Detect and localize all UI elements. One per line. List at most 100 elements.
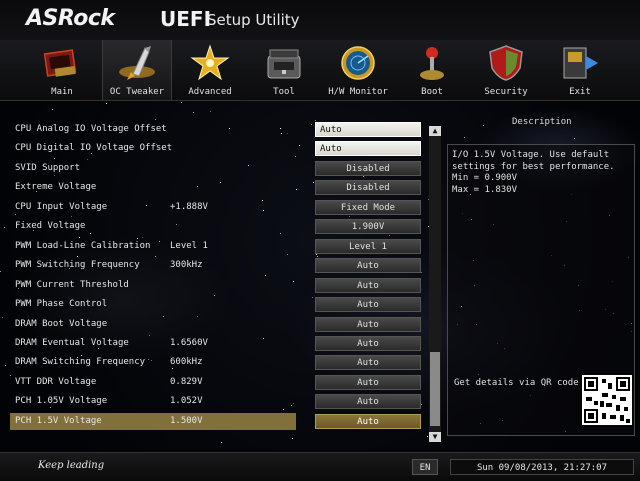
setting-name: PWM Switching Frequency (15, 260, 140, 270)
tab-label: H/W Monitor (328, 87, 388, 97)
rocket-icon (119, 46, 155, 80)
star (155, 119, 156, 120)
star (421, 404, 422, 405)
setting-row[interactable]: SVID Support (10, 160, 296, 177)
star (292, 438, 293, 439)
setting-value-control[interactable]: Auto (315, 355, 421, 370)
setting-name: CPU Analog IO Voltage Offset (15, 124, 167, 134)
uefi-brand: UEFI (160, 7, 212, 31)
qr-label: Get details via QR code (454, 378, 579, 388)
setting-row[interactable]: DRAM Switching Frequency 600kHz (10, 354, 296, 371)
setting-value-control[interactable]: Disabled (315, 180, 421, 195)
star (389, 235, 390, 236)
setting-value-control[interactable]: Disabled (315, 161, 421, 176)
star (464, 137, 465, 138)
setting-name: DRAM Switching Frequency (15, 357, 146, 367)
star (312, 297, 313, 298)
setting-row[interactable]: CPU Digital IO Voltage Offset (10, 140, 296, 157)
setting-name: Extreme Voltage (15, 182, 97, 192)
setting-row[interactable]: Fixed Voltage (10, 218, 296, 235)
tab-tool[interactable]: Tool (250, 40, 318, 100)
setting-row[interactable]: PWM Load-Line Calibration Level 1 (10, 238, 296, 255)
setting-row[interactable]: PWM Phase Control (10, 296, 296, 313)
asrock-logo: ASRock (26, 6, 115, 31)
star (574, 138, 575, 139)
star (483, 125, 484, 126)
setting-name: DRAM Boot Voltage (15, 319, 108, 329)
datetime-display: Sun 09/08/2013, 21:27:07 (450, 459, 634, 475)
star (427, 436, 428, 437)
star (5, 365, 6, 366)
setting-name: PCH 1.05V Voltage (15, 396, 108, 406)
tab-advanced[interactable]: Advanced (176, 40, 244, 100)
setup-utility-title: Setup Utility (207, 11, 300, 29)
setting-name: PWM Phase Control (15, 299, 108, 309)
setting-row[interactable]: DRAM Boot Voltage (10, 316, 296, 333)
setting-value-control[interactable]: Auto (315, 317, 421, 332)
setting-value-control[interactable]: Fixed Mode (315, 200, 421, 215)
setting-name: DRAM Eventual Voltage (15, 338, 129, 348)
setting-row[interactable]: PWM Current Threshold (10, 277, 296, 294)
language-button[interactable]: EN (412, 459, 438, 475)
setting-value-control[interactable]: Auto (315, 297, 421, 312)
setting-current-value: 1.500V (170, 416, 203, 426)
star (181, 102, 182, 103)
scrollbar-thumb[interactable] (430, 352, 440, 426)
tab-exit[interactable]: Exit (546, 40, 614, 100)
setting-value-control[interactable]: Auto (315, 122, 421, 137)
slogan-text: Keep leading (38, 460, 105, 471)
star (315, 120, 316, 121)
star (296, 189, 297, 190)
radar-icon (341, 46, 375, 80)
star (311, 124, 312, 125)
tab-boot[interactable]: Boot (398, 40, 466, 100)
setting-row[interactable]: CPU Input Voltage +1.888V (10, 199, 296, 216)
setting-name: VTT DDR Voltage (15, 377, 97, 387)
setting-row[interactable]: PCH 1.05V Voltage 1.052V (10, 393, 296, 410)
qr-code (582, 375, 632, 425)
setting-row[interactable]: PWM Switching Frequency 300kHz (10, 257, 296, 274)
settings-scrollbar[interactable]: ▲ ▼ (429, 126, 441, 442)
exit-door-icon (563, 47, 598, 79)
setting-value-control[interactable]: Auto (315, 258, 421, 273)
setting-value-control[interactable]: Auto (315, 375, 421, 390)
setting-name: SVID Support (15, 163, 81, 173)
setting-value-control[interactable]: 1.900V (315, 219, 421, 234)
setting-row[interactable]: PCH 1.5V Voltage 1.500V (10, 413, 296, 430)
description-title: Description (512, 117, 572, 127)
star (316, 254, 317, 255)
setting-value-control[interactable]: Auto (315, 414, 421, 429)
setting-row[interactable]: Extreme Voltage (10, 179, 296, 196)
setting-row[interactable]: CPU Analog IO Voltage Offset (10, 121, 296, 138)
setting-current-value: 300kHz (170, 260, 203, 270)
setting-name: CPU Input Voltage (15, 202, 108, 212)
star (54, 158, 55, 159)
tab-main[interactable]: Main (28, 40, 96, 100)
setting-current-value: +1.888V (170, 202, 208, 212)
main-tab-bar: Main OC Tweaker Advanced Tool H/W Monito… (0, 40, 640, 101)
star (106, 103, 107, 104)
setting-row[interactable]: DRAM Eventual Voltage 1.6560V (10, 335, 296, 352)
tab-security[interactable]: Security (472, 40, 540, 100)
tab-label: Tool (273, 87, 295, 97)
setting-row[interactable]: VTT DDR Voltage 0.829V (10, 374, 296, 391)
tab-label: Advanced (188, 87, 232, 97)
setting-current-value: 600kHz (170, 357, 203, 367)
tab-oc-tweaker[interactable]: OC Tweaker (102, 40, 172, 100)
setting-value-control[interactable]: Auto (315, 336, 421, 351)
setting-current-value: 1.052V (170, 396, 203, 406)
star (210, 111, 211, 112)
setting-value-control[interactable]: Auto (315, 394, 421, 409)
tab-label: Exit (569, 87, 591, 97)
setting-value-control[interactable]: Auto (315, 278, 421, 293)
tab-label: OC Tweaker (109, 87, 165, 97)
star (349, 216, 350, 217)
star (265, 275, 266, 276)
setting-value-control[interactable]: Level 1 (315, 239, 421, 254)
scroll-down-icon[interactable]: ▼ (429, 432, 441, 442)
scroll-up-icon[interactable]: ▲ (429, 126, 441, 136)
tab-hw-monitor[interactable]: H/W Monitor (324, 40, 392, 100)
setting-name: CPU Digital IO Voltage Offset (15, 143, 173, 153)
setting-value-control[interactable]: Auto (315, 141, 421, 156)
title-bar: ASRock UEFI Setup Utility (0, 0, 640, 40)
